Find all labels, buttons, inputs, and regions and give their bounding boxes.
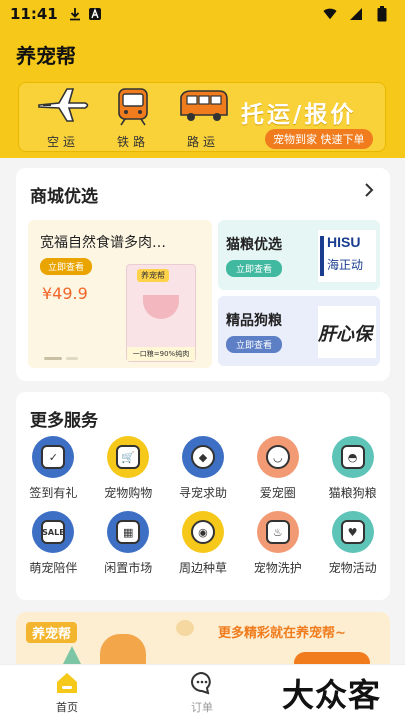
mode-road[interactable]: 路运 <box>173 87 233 150</box>
dog-illustration <box>100 634 146 668</box>
heart-chat-icon: ♥ <box>331 511 374 553</box>
building-icon: ▦ <box>107 511 150 553</box>
service-merch[interactable]: ◉ 周边种草 <box>166 511 241 576</box>
cat-food-card[interactable]: 猫粮优选 立即查看 HISU 海正动 <box>218 220 380 290</box>
service-companion[interactable]: SALE 萌宠陪伴 <box>16 511 91 576</box>
featured-product-card[interactable]: 宽福自然食谱多肉… 立即查看 ¥49.9 养宠帮 一口粮=90%纯肉 <box>28 220 212 368</box>
pet-face-icon: ◡ <box>256 436 299 478</box>
promo-text: 更多精彩就在养宠帮~ <box>218 626 346 641</box>
bath-icon: ♨ <box>256 511 299 553</box>
services-grid: ✓ 签到有礼 🛒 宠物购物 ◆ 寻宠求助 ◡ 爱宠圈 ◓ 猫粮狗粮 SALE 萌… <box>16 436 390 576</box>
promo-brand: 养宠帮 <box>26 622 78 643</box>
service-label: 萌宠陪伴 <box>29 561 78 575</box>
service-label: 签到有礼 <box>29 486 78 500</box>
status-bar: 11:41 <box>0 0 405 28</box>
service-label: 宠物购物 <box>104 486 153 500</box>
bus-icon <box>175 87 231 127</box>
carousel-dots <box>44 357 78 360</box>
service-events[interactable]: ♥ 宠物活动 <box>315 511 390 576</box>
sale-tag-icon: SALE <box>32 511 75 553</box>
status-time: 11:41 <box>10 5 58 23</box>
service-label: 宠物活动 <box>328 561 377 575</box>
mode-air-label: 空运 <box>46 135 79 149</box>
mall-section: 商城优选 宽福自然食谱多肉… 立即查看 ¥49.9 养宠帮 一口粮=90%纯肉 … <box>16 168 390 381</box>
service-lost-pet[interactable]: ◆ 寻宠求助 <box>166 436 241 501</box>
service-label: 猫粮狗粮 <box>328 486 377 500</box>
featured-product-name: 宽福自然食谱多肉… <box>40 235 166 251</box>
cat-food-thumb-text: HISU <box>327 234 361 250</box>
service-shopping[interactable]: 🛒 宠物购物 <box>91 436 166 501</box>
dog-food-card[interactable]: 精品狗粮 立即查看 肝心保 <box>218 296 380 366</box>
banner-subline[interactable]: 宠物到家 快速下单 <box>265 129 373 149</box>
tab-home-label: 首页 <box>56 701 78 714</box>
service-pet-circle[interactable]: ◡ 爱宠圈 <box>240 436 315 501</box>
service-label: 爱宠圈 <box>259 486 296 500</box>
chevron-right-icon[interactable] <box>364 182 374 203</box>
promo-banner[interactable]: 养宠帮 更多精彩就在养宠帮~ <box>16 612 390 668</box>
featured-view-button[interactable]: 立即查看 <box>40 258 93 275</box>
service-checkin[interactable]: ✓ 签到有礼 <box>16 436 91 501</box>
camera-icon: ◉ <box>181 511 224 553</box>
service-label: 周边种草 <box>178 561 227 575</box>
food-bowl-icon: ◓ <box>331 436 374 478</box>
calendar-check-icon: ✓ <box>32 436 75 478</box>
service-label: 闲置市场 <box>104 561 153 575</box>
banner-headline: 托运/报价 <box>241 102 357 128</box>
bag-tagline: 一口粮=90%纯肉 <box>127 347 195 361</box>
shipping-banner[interactable]: 空运 铁路 路运 托运/报价 宠物到家 快速下单 <box>18 82 386 152</box>
mode-air[interactable]: 空运 <box>33 87 93 150</box>
featured-product-price: ¥49.9 <box>42 284 88 303</box>
service-grooming[interactable]: ♨ 宠物洗护 <box>240 511 315 576</box>
dog-food-view-button[interactable]: 立即查看 <box>226 336 283 353</box>
food-bowl-graphic <box>143 295 179 319</box>
mode-road-label: 路运 <box>186 135 219 149</box>
tab-orders[interactable]: 订单 <box>162 671 242 715</box>
battery-icon <box>375 6 389 22</box>
service-pet-food[interactable]: ◓ 猫粮狗粮 <box>315 436 390 501</box>
service-secondhand[interactable]: ▦ 闲置市场 <box>91 511 166 576</box>
chat-icon <box>190 671 214 695</box>
cat-food-view-button[interactable]: 立即查看 <box>226 260 283 277</box>
signal-icon <box>349 7 363 21</box>
shopping-cart-icon: 🛒 <box>107 436 150 478</box>
paw-icon <box>176 620 194 636</box>
service-label: 寻宠求助 <box>178 486 227 500</box>
product-bag-image: 养宠帮 一口粮=90%纯肉 <box>126 264 196 362</box>
airplane-icon <box>35 87 91 127</box>
mall-title: 商城优选 <box>30 187 98 207</box>
bird-icon: ◆ <box>181 436 224 478</box>
app-a-icon <box>88 7 102 21</box>
tab-home[interactable]: 首页 <box>27 671 107 715</box>
cat-food-name: 猫粮优选 <box>226 237 282 253</box>
home-icon <box>55 671 79 695</box>
dog-food-name: 精品狗粮 <box>226 313 282 329</box>
mode-rail-label: 铁路 <box>116 135 149 149</box>
dog-food-thumbnail: 肝心保 <box>318 306 376 358</box>
cat-food-thumb-sub: 海正动 <box>327 258 364 272</box>
download-icon <box>68 7 82 21</box>
wifi-icon <box>323 7 337 21</box>
bag-brand: 养宠帮 <box>137 269 169 282</box>
mode-rail[interactable]: 铁路 <box>103 87 163 150</box>
service-label: 宠物洗护 <box>253 561 302 575</box>
app-title: 养宠帮 <box>16 44 76 68</box>
services-section: 更多服务 ✓ 签到有礼 🛒 宠物购物 ◆ 寻宠求助 ◡ 爱宠圈 ◓ 猫粮狗粮 S… <box>16 392 390 600</box>
cat-food-thumbnail: HISU 海正动 <box>318 230 376 282</box>
watermark-logo: 大众客 <box>282 676 382 714</box>
train-icon <box>105 87 161 127</box>
services-title: 更多服务 <box>30 411 98 431</box>
tab-orders-label: 订单 <box>191 701 213 714</box>
dog-food-thumb-text: 肝心保 <box>318 324 372 345</box>
